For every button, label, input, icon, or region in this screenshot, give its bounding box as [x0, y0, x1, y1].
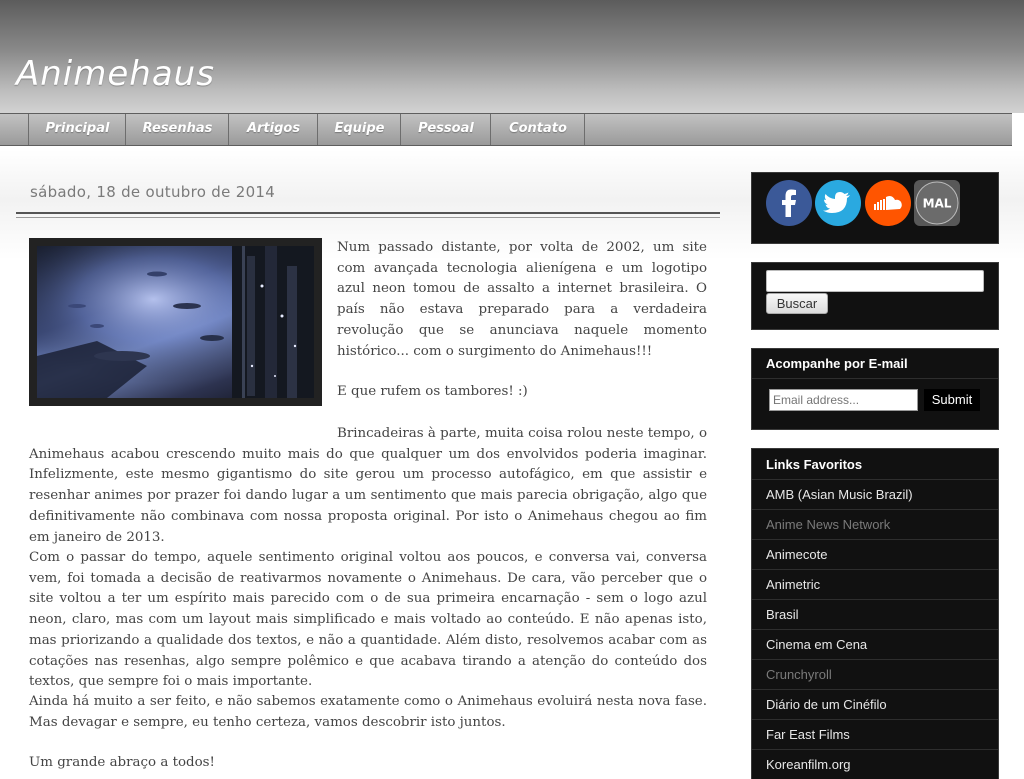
post-paragraph-4: Com o passar do tempo, aquele sentimento… — [29, 550, 707, 690]
favorite-link[interactable]: Anime News Network — [752, 509, 998, 539]
social-widget: MAL — [751, 172, 999, 244]
twitter-icon[interactable] — [815, 180, 861, 226]
favorite-link-label: Brasil — [766, 607, 799, 622]
favorite-link-label: Animetric — [766, 577, 821, 592]
favorite-link[interactable]: Far East Films — [752, 719, 998, 749]
facebook-icon[interactable] — [766, 180, 812, 226]
search-button[interactable]: Buscar — [766, 293, 828, 314]
date-divider — [16, 212, 720, 218]
soundcloud-icon[interactable] — [865, 180, 911, 226]
post-paragraph-1: Num passado distante, por volta de 2002,… — [337, 240, 707, 359]
post-paragraph-6: Um grande abraço a todos! — [29, 755, 215, 770]
post-date: sábado, 18 de outubro de 2014 — [30, 183, 276, 201]
favorite-link-label: Koreanfilm.org — [766, 757, 851, 772]
search-widget: Buscar — [751, 262, 999, 330]
favorite-link-label: Animecote — [766, 547, 828, 562]
myanimelist-icon[interactable]: MAL — [914, 180, 960, 226]
site-header: Animehaus — [0, 0, 1024, 113]
nav-item-resenhas[interactable]: Resenhas — [125, 114, 229, 145]
nav-item-equipe[interactable]: Equipe — [317, 114, 401, 145]
favorite-link-label: AMB (Asian Music Brazil) — [766, 487, 913, 502]
email-subscribe-widget: Acompanhe por E-mail Submit — [751, 348, 999, 430]
favorite-links-widget: Links Favoritos AMB (Asian Music Brazil)… — [751, 448, 999, 779]
favorite-link[interactable]: Cinema em Cena — [752, 629, 998, 659]
nav-item-principal[interactable]: Principal — [28, 114, 126, 145]
search-input[interactable] — [766, 270, 984, 292]
favorite-link[interactable]: Animetric — [752, 569, 998, 599]
post-image[interactable] — [29, 238, 322, 406]
email-input[interactable] — [769, 389, 918, 411]
email-submit-button[interactable]: Submit — [924, 389, 980, 411]
post-paragraph-2: E que rufem os tambores! :) — [337, 384, 528, 399]
favorite-link[interactable]: Brasil — [752, 599, 998, 629]
favorite-link[interactable]: Koreanfilm.org — [752, 749, 998, 779]
favorite-link-label: Diário de um Cinéfilo — [766, 697, 887, 712]
post-paragraph-3: Brincadeiras à parte, muita coisa rolou … — [29, 426, 708, 545]
favorite-link[interactable]: Diário de um Cinéfilo — [752, 689, 998, 719]
nav-item-artigos[interactable]: Artigos — [228, 114, 318, 145]
site-title[interactable]: Animehaus — [16, 54, 215, 94]
main-nav: Principal Resenhas Artigos Equipe Pessoa… — [0, 113, 1012, 146]
favorite-link-label: Cinema em Cena — [766, 637, 868, 652]
nav-item-contato[interactable]: Contato — [490, 114, 585, 145]
email-widget-title: Acompanhe por E-mail — [766, 356, 908, 371]
favorite-link[interactable]: Animecote — [752, 539, 998, 569]
mal-label: MAL — [923, 197, 952, 211]
post-paragraph-5: Ainda há muito a ser feito, e não sabemo… — [29, 694, 707, 730]
links-widget-title: Links Favoritos — [766, 457, 863, 472]
favorite-link-label: Crunchyroll — [766, 667, 832, 682]
favorite-link[interactable]: Crunchyroll — [752, 659, 998, 689]
favorite-link[interactable]: AMB (Asian Music Brazil) — [752, 479, 998, 509]
favorite-link-label: Anime News Network — [766, 517, 891, 532]
nav-item-pessoal[interactable]: Pessoal — [400, 114, 491, 145]
sci-fi-city-image — [37, 246, 314, 398]
favorite-link-label: Far East Films — [766, 727, 850, 742]
nav-divider — [584, 114, 585, 145]
